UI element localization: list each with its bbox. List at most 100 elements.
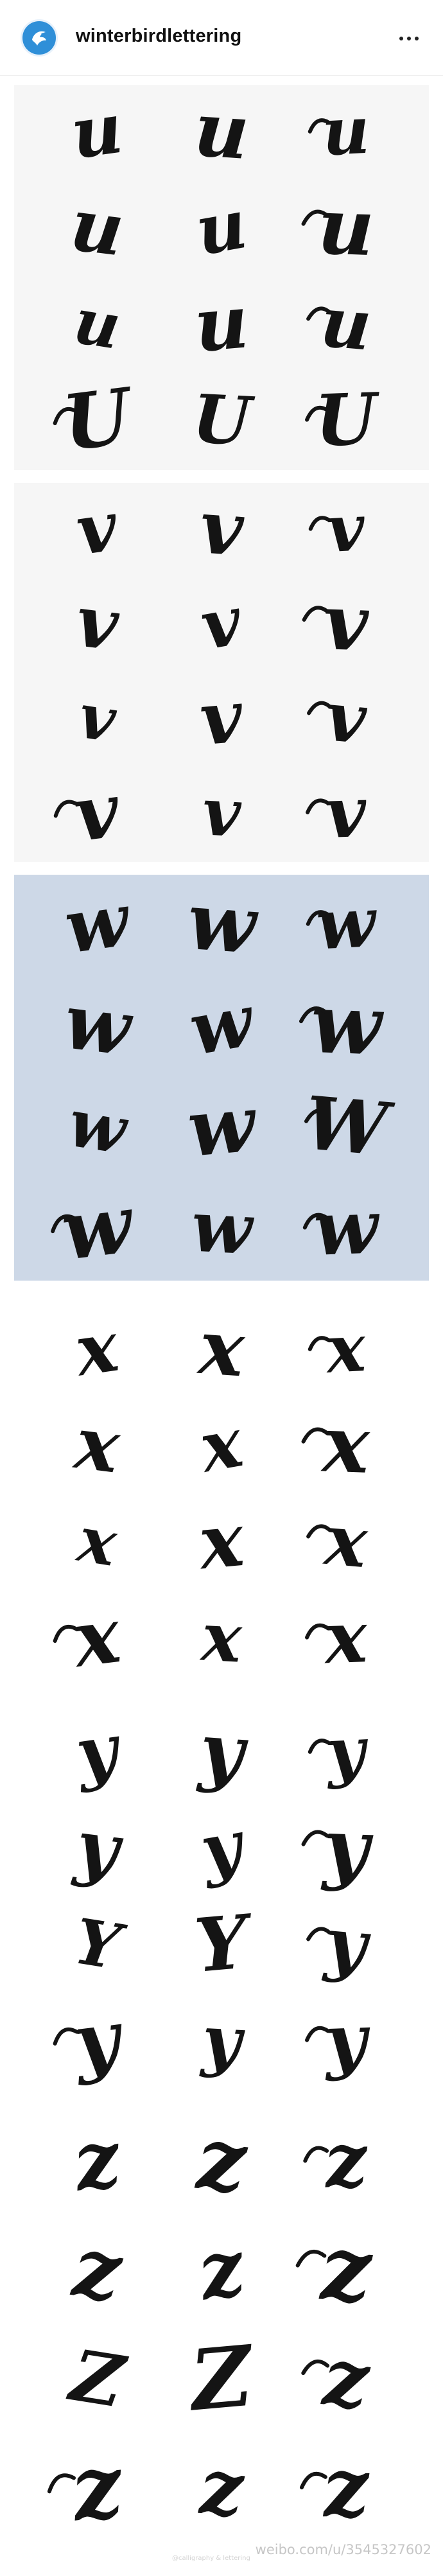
letter-glyph: w [51, 1177, 139, 1279]
letter-glyph: z [295, 2216, 375, 2322]
letter-glyph: y [193, 1804, 251, 1890]
letter-glyph-text: w [56, 1177, 139, 1279]
letter-glyph-text: z [193, 2109, 251, 2212]
letter-glyph-text: v [326, 489, 367, 567]
letter-glyph-text: w [184, 978, 261, 1072]
letter-grid: w w ww w ww w Ww w w [51, 875, 397, 1279]
letter-grid: x x xx x xx x xx x x [53, 1302, 372, 1685]
letter-glyph: w [302, 1183, 382, 1273]
letter-glyph-text: v [323, 676, 370, 760]
letter-glyph: x [195, 1302, 248, 1394]
letter-glyph-text: w [184, 875, 261, 972]
letter-glyph: w [184, 1078, 261, 1175]
letter-glyph: u [306, 281, 375, 367]
letter-glyph: v [307, 676, 370, 760]
letter-w-variations: wwwwwwwwWwww [14, 875, 429, 1281]
letter-grid: z z zz z zZ Zzz z z [47, 2109, 375, 2541]
letter-glyph-text: u [69, 284, 126, 364]
letter-glyph-text: y [322, 1998, 372, 2083]
letter-glyph: y [305, 1998, 372, 2083]
letter-glyph: v [200, 773, 243, 852]
letter-glyph-text: y [199, 2001, 247, 2081]
letter-glyph: z [191, 2221, 252, 2318]
letter-glyph: v [196, 673, 247, 762]
post-page: { "header": { "username": "winterbirdlet… [0, 0, 443, 2576]
letter-glyph-text: u [66, 182, 128, 272]
letter-glyph: y [301, 1800, 375, 1894]
post-header: winterbirdlettering [0, 0, 443, 76]
letter-glyph: w [184, 978, 261, 1072]
more-options-button[interactable] [393, 22, 425, 54]
letter-glyph: x [194, 1496, 248, 1586]
letter-glyph-text: v [195, 581, 248, 665]
letter-glyph-text: w [64, 1085, 134, 1170]
letter-glyph-text: u [191, 278, 252, 369]
account-username[interactable]: winterbirdlettering [76, 26, 241, 47]
letter-glyph-text: y [67, 1993, 128, 2089]
letter-glyph-text: z [65, 2434, 129, 2541]
letter-glyph-text: x [69, 1306, 124, 1392]
letter-glyph: U [305, 377, 382, 462]
letter-grid: v v vv v vv v vv v v [53, 484, 371, 859]
bird-logo-icon [32, 31, 46, 46]
letter-glyph: x [308, 1310, 368, 1388]
letter-glyph: y [69, 1803, 127, 1893]
letter-glyph-text: u [320, 92, 372, 171]
watermark-weibo: weibo.com/u/3545327602 [255, 2542, 431, 2557]
letter-glyph: u [190, 184, 252, 270]
letter-glyph: v [308, 489, 367, 567]
letter-u-variations: uuuuuuuuuUUU [14, 85, 429, 470]
letter-glyph: v [53, 766, 125, 859]
letter-glyph: w [60, 876, 137, 970]
letter-glyph: v [195, 581, 248, 665]
letter-glyph: x [53, 1590, 126, 1685]
letter-glyph: z [196, 2442, 247, 2534]
letter-glyph: x [306, 1500, 371, 1584]
letter-glyph: y [195, 1705, 251, 1797]
flourish-stroke [299, 2471, 327, 2490]
letter-glyph-text: x [195, 1302, 248, 1394]
letter-glyph: z [299, 2440, 372, 2536]
letter-glyph-text: z [317, 2216, 375, 2322]
letter-glyph: v [302, 577, 371, 669]
letter-glyph-text: x [323, 1310, 368, 1388]
letter-glyph: y [53, 1993, 129, 2089]
letter-x-variations: xxxxxxxxxxxx [14, 1302, 429, 1688]
letter-glyph-text: x [319, 1398, 372, 1491]
letter-glyph-text: z [191, 2221, 252, 2318]
letter-y-variations: yyyyyyYYyyyy [14, 1705, 429, 2090]
letter-glyph: u [301, 180, 376, 274]
letter-glyph-text: u [317, 281, 374, 366]
letter-glyph: x [305, 1595, 369, 1679]
letter-glyph-text: v [324, 771, 368, 854]
letter-glyph-text: w [314, 882, 379, 966]
letter-glyph: Y [69, 1904, 130, 1985]
letter-glyph-text: v [322, 577, 371, 669]
letter-glyph: x [72, 1502, 122, 1581]
letter-glyph-text: z [196, 2442, 247, 2534]
letter-glyph-text: Z [63, 2333, 132, 2424]
letter-glyph-text: w [184, 1078, 261, 1175]
letter-glyph-text: w [189, 1185, 257, 1271]
letter-glyph-text: v [72, 486, 123, 572]
letter-glyph: U [53, 371, 139, 469]
letter-glyph-text: w [309, 976, 385, 1074]
avatar[interactable] [21, 19, 58, 57]
letter-glyph-text: y [69, 1803, 127, 1893]
letter-glyph: W [302, 1080, 397, 1173]
letter-glyph: w [60, 976, 138, 1073]
letter-glyph-text: v [70, 766, 125, 859]
letter-glyph-text: x [194, 1496, 248, 1586]
letter-glyph: w [299, 976, 386, 1074]
letter-glyph-text: Y [69, 1904, 130, 1985]
letter-glyph: u [66, 88, 127, 175]
letter-grid: u u uu u uu u uU U U [53, 85, 382, 469]
letter-glyph-text: x [322, 1595, 369, 1679]
letter-glyph-text: Y [191, 1898, 257, 1989]
letter-glyph-text: u [190, 184, 252, 270]
letter-glyph-text: U [58, 371, 139, 468]
letter-glyph-text: u [316, 180, 376, 274]
letter-glyph-text: W [302, 1080, 397, 1173]
letter-glyph: Z [184, 2326, 259, 2430]
letter-glyph: v [197, 484, 247, 573]
